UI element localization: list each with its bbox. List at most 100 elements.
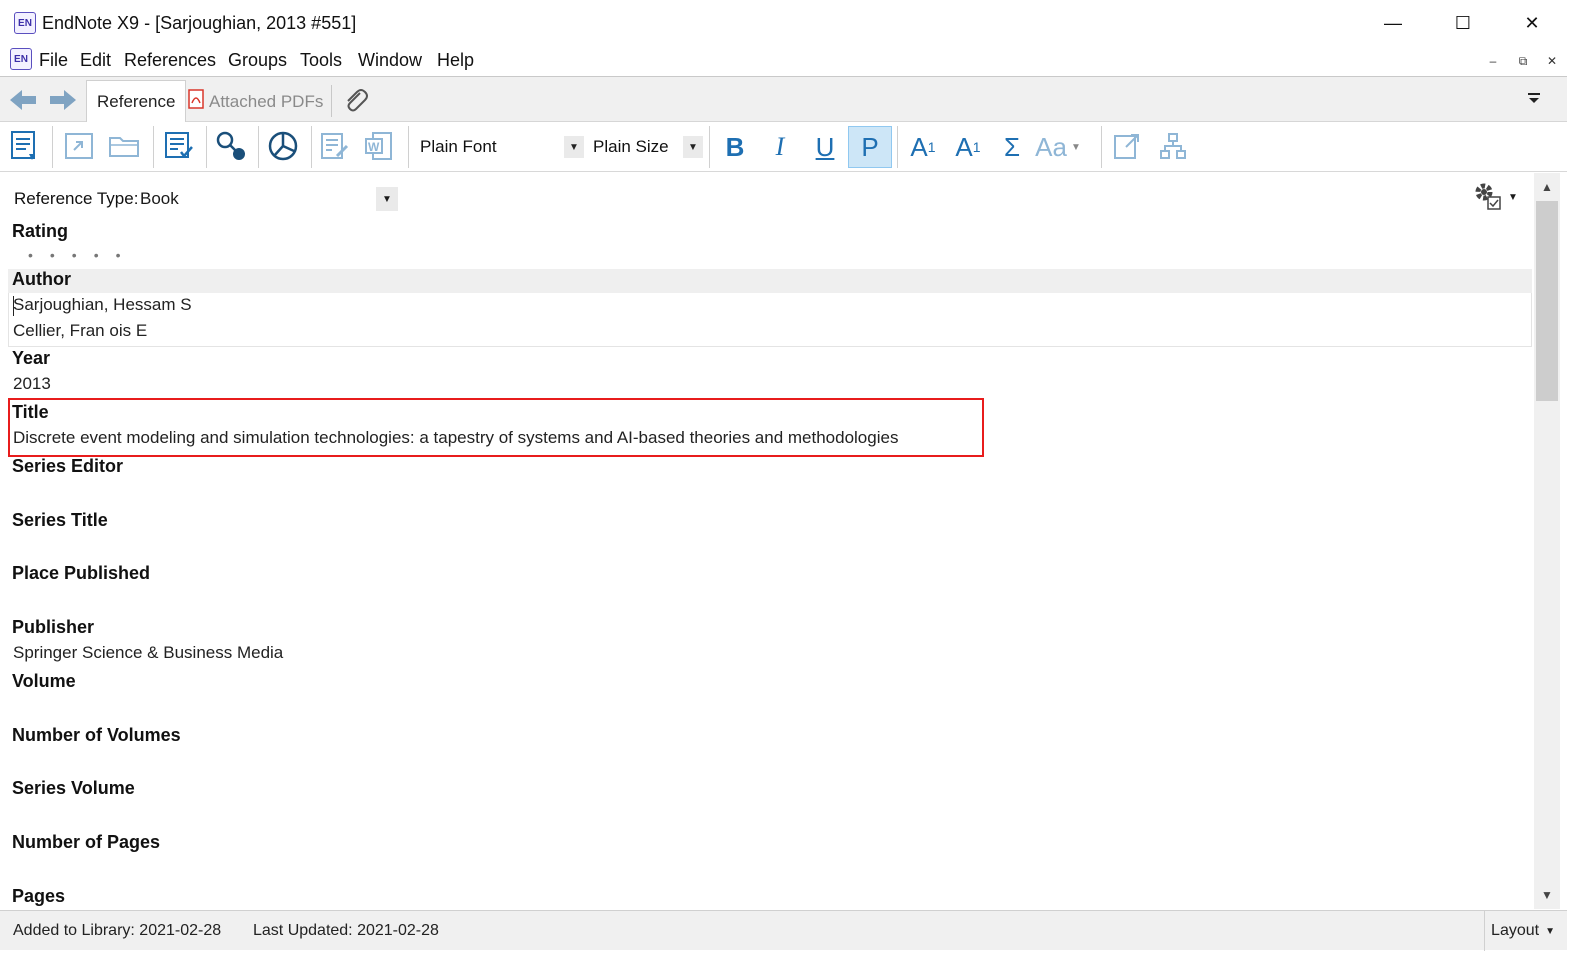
publisher-label: Publisher bbox=[12, 617, 95, 637]
added-to-library: Added to Library: 2021-02-28 bbox=[13, 922, 222, 939]
year-value[interactable]: 2013 bbox=[13, 374, 51, 394]
word-document-icon[interactable]: W bbox=[362, 128, 396, 164]
series-title-label: Series Title bbox=[12, 510, 108, 530]
menu-groups[interactable]: Groups bbox=[228, 50, 287, 71]
chevron-down-icon: ▼ bbox=[1070, 141, 1081, 153]
italic-button[interactable]: I bbox=[758, 126, 802, 168]
font-select[interactable]: Plain Font ▼ bbox=[414, 132, 584, 162]
number-of-pages-label: Number of Pages bbox=[12, 832, 161, 852]
title-value[interactable]: Discrete event modeling and simulation t… bbox=[13, 428, 898, 448]
reference-type-label: Reference Type: bbox=[14, 189, 139, 208]
toolbar-divider bbox=[52, 126, 53, 168]
vertical-scrollbar[interactable]: ▲ ▼ bbox=[1534, 173, 1560, 909]
mdi-restore-button[interactable]: ⧉ bbox=[1512, 51, 1534, 71]
toolbar-divider bbox=[1101, 126, 1102, 168]
menu-tools[interactable]: Tools bbox=[300, 50, 342, 71]
layout-button[interactable]: Layout ▼ bbox=[1484, 911, 1561, 951]
author-label: Author bbox=[12, 269, 71, 289]
menu-edit[interactable]: Edit bbox=[80, 50, 111, 71]
title-label: Title bbox=[12, 402, 49, 422]
layout-label: Layout bbox=[1491, 922, 1540, 939]
window-title: EndNote X9 - [Sarjoughian, 2013 #551] bbox=[42, 13, 357, 33]
rating-input[interactable]: ••••• bbox=[28, 247, 138, 263]
mdi-minimize-button[interactable]: – bbox=[1482, 51, 1504, 71]
change-case-button[interactable]: Aa ▼ bbox=[1035, 126, 1081, 168]
field-settings-button[interactable]: ▼ bbox=[1470, 179, 1520, 215]
minimize-window-button[interactable]: — bbox=[1370, 8, 1416, 38]
toolbar-divider bbox=[258, 126, 259, 168]
text-caret bbox=[13, 296, 14, 316]
toolbar-divider bbox=[311, 126, 312, 168]
chevron-down-icon[interactable]: ▼ bbox=[376, 187, 398, 211]
maximize-window-button[interactable]: ☐ bbox=[1440, 8, 1486, 38]
bold-button[interactable]: B bbox=[713, 126, 757, 168]
menu-window[interactable]: Window bbox=[358, 50, 422, 71]
menu-help[interactable]: Help bbox=[437, 50, 474, 71]
formatting-toolbar: W Plain Font ▼ Plain Size ▼ B I U P A1 A… bbox=[0, 122, 1567, 172]
subscript-label: A bbox=[955, 131, 973, 162]
plain-text-button[interactable]: P bbox=[848, 126, 892, 168]
publisher-value[interactable]: Springer Science & Business Media bbox=[13, 643, 283, 663]
toolbar-divider bbox=[897, 126, 898, 168]
superscript-button[interactable]: A1 bbox=[901, 126, 945, 168]
last-updated: Last Updated: 2021-02-28 bbox=[253, 922, 439, 939]
close-window-button[interactable]: ✕ bbox=[1509, 8, 1555, 38]
pdf-icon bbox=[188, 89, 204, 114]
toolbar-divider bbox=[206, 126, 207, 168]
symbol-button[interactable]: Σ bbox=[990, 126, 1034, 168]
mdi-close-button[interactable]: ✕ bbox=[1541, 51, 1563, 71]
toolbar-divider bbox=[408, 126, 409, 168]
open-file-icon[interactable] bbox=[108, 128, 142, 164]
status-bar: Added to Library: 2021-02-28 Last Update… bbox=[0, 910, 1567, 951]
author-field-box[interactable] bbox=[8, 293, 1532, 347]
rating-label: Rating bbox=[12, 221, 68, 241]
format-bibliography-icon[interactable] bbox=[162, 128, 196, 164]
endnote-logo-icon: EN bbox=[14, 12, 36, 34]
back-arrow-icon[interactable] bbox=[8, 87, 38, 113]
chevron-down-icon[interactable]: ▼ bbox=[683, 136, 703, 158]
tab-attached-pdfs-label: Attached PDFs bbox=[209, 91, 324, 111]
insert-citation-icon[interactable] bbox=[8, 128, 42, 164]
document-logo-icon[interactable]: EN bbox=[10, 48, 32, 70]
reference-type-select[interactable]: Book bbox=[140, 189, 179, 209]
tab-divider bbox=[331, 85, 332, 117]
svg-text:W: W bbox=[368, 140, 380, 154]
tab-attached-pdfs[interactable]: Attached PDFs bbox=[178, 80, 333, 123]
author-value[interactable]: Sarjoughian, Hessam S bbox=[13, 295, 192, 315]
tab-reference-label: Reference bbox=[97, 92, 176, 111]
change-case-label: Aa bbox=[1035, 131, 1067, 162]
scroll-up-icon[interactable]: ▲ bbox=[1534, 175, 1560, 199]
pages-label: Pages bbox=[12, 886, 66, 906]
place-published-label: Place Published bbox=[12, 563, 151, 583]
year-label: Year bbox=[12, 348, 51, 368]
open-in-new-window-icon[interactable] bbox=[1110, 128, 1144, 164]
menu-file[interactable]: File bbox=[39, 50, 68, 71]
menu-references[interactable]: References bbox=[124, 50, 216, 71]
scroll-down-icon[interactable]: ▼ bbox=[1534, 883, 1560, 907]
find-fulltext-icon[interactable] bbox=[214, 128, 248, 164]
hierarchy-icon[interactable] bbox=[1156, 128, 1190, 164]
panel-menu-icon[interactable] bbox=[1526, 91, 1546, 107]
size-select[interactable]: Plain Size ▼ bbox=[587, 132, 703, 162]
edit-reference-icon[interactable] bbox=[318, 128, 352, 164]
series-editor-label: Series Editor bbox=[12, 456, 124, 476]
font-select-value: Plain Font bbox=[420, 137, 497, 156]
chevron-down-icon[interactable]: ▼ bbox=[564, 136, 584, 158]
author-field-header bbox=[8, 269, 1532, 293]
underline-button[interactable]: U bbox=[803, 126, 847, 168]
scroll-thumb[interactable] bbox=[1536, 201, 1558, 401]
size-select-value: Plain Size bbox=[593, 137, 669, 156]
author-value[interactable]: Cellier, Fran ois E bbox=[13, 321, 147, 341]
chevron-down-icon: ▼ bbox=[1545, 925, 1555, 937]
forward-arrow-icon[interactable] bbox=[48, 87, 78, 113]
subscript-button[interactable]: A1 bbox=[946, 126, 990, 168]
gear-icon bbox=[1470, 178, 1504, 217]
series-volume-label: Series Volume bbox=[12, 778, 135, 798]
open-link-icon[interactable] bbox=[62, 128, 96, 164]
subject-bibliography-icon[interactable] bbox=[266, 128, 300, 164]
tab-reference[interactable]: Reference bbox=[86, 80, 187, 123]
paperclip-icon[interactable] bbox=[340, 85, 370, 112]
menu-bar: EN File Edit References Groups Tools Win… bbox=[0, 45, 1577, 75]
reference-editor: Reference Type: Book ▼ ▼ Rating ••••• Au… bbox=[4, 173, 1534, 909]
reference-tab-bar: Reference Attached PDFs bbox=[0, 76, 1567, 123]
